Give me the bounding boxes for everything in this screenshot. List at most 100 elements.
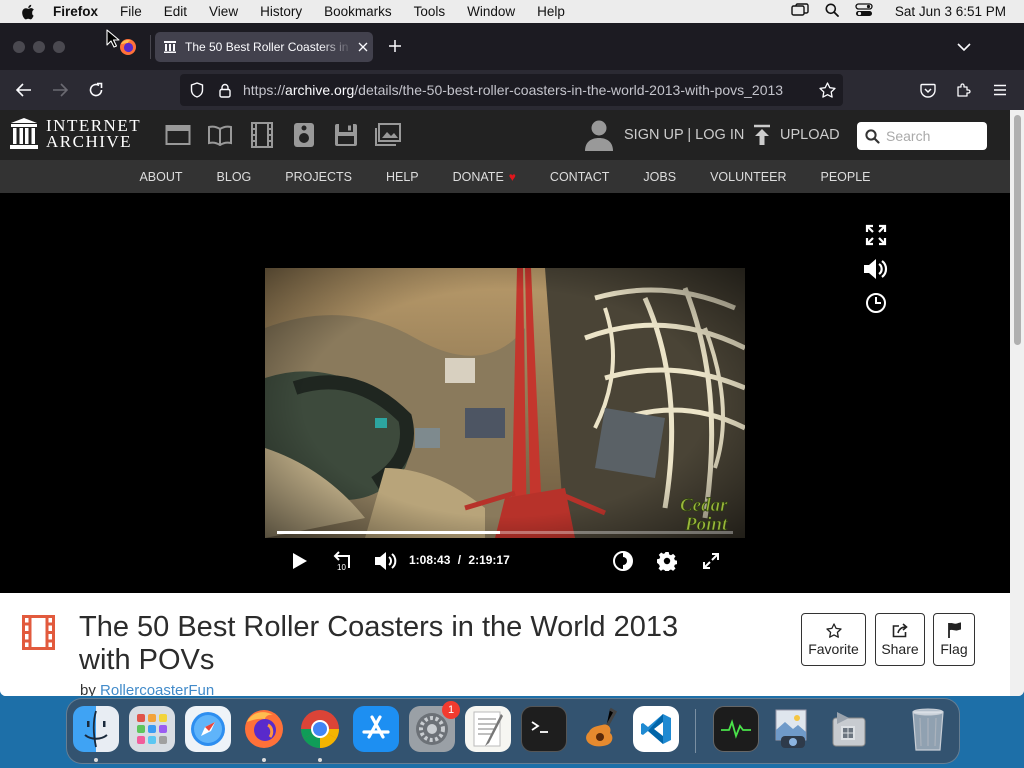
page-scrollbar[interactable] bbox=[1010, 110, 1024, 696]
tab-active[interactable]: The 50 Best Roller Coasters in the World… bbox=[155, 32, 373, 62]
chrome-icon[interactable] bbox=[297, 706, 343, 752]
upload-link[interactable]: UPLOAD bbox=[752, 124, 840, 146]
nav-volunteer[interactable]: VOLUNTEER bbox=[693, 170, 803, 184]
player-controls: 10 1:08:43 / 2:19:17 bbox=[287, 548, 727, 574]
tab-bar: The 50 Best Roller Coasters in the World… bbox=[0, 23, 1024, 70]
video-frame[interactable]: Cedar Point bbox=[265, 268, 745, 538]
signup-login-link[interactable]: SIGN UP | LOG IN bbox=[624, 127, 744, 143]
close-window-button[interactable] bbox=[13, 41, 25, 53]
user-menu[interactable]: SIGN UP | LOG IN bbox=[584, 119, 744, 151]
minimize-window-button[interactable] bbox=[33, 41, 45, 53]
author-link[interactable]: RollercoasterFun bbox=[100, 682, 214, 696]
images-icon[interactable] bbox=[375, 122, 401, 148]
safari-icon[interactable] bbox=[185, 706, 231, 752]
item-details-header: The 50 Best Roller Coasters in the World… bbox=[0, 593, 1010, 696]
by-label: by bbox=[80, 682, 96, 696]
theater-mode-icon[interactable] bbox=[610, 548, 636, 574]
lock-icon[interactable] bbox=[215, 83, 235, 98]
extensions-button[interactable] bbox=[952, 78, 976, 102]
trash-icon[interactable] bbox=[905, 706, 951, 752]
menu-window[interactable]: Window bbox=[467, 4, 515, 19]
launchpad-icon[interactable] bbox=[129, 706, 175, 752]
flag-icon bbox=[947, 622, 961, 638]
watermark-line-1: Cedar bbox=[680, 495, 728, 516]
texts-icon[interactable] bbox=[207, 122, 233, 148]
nav-projects[interactable]: PROJECTS bbox=[268, 170, 369, 184]
user-avatar-icon bbox=[585, 120, 613, 151]
vscode-icon[interactable] bbox=[633, 706, 679, 752]
new-tab-button[interactable] bbox=[386, 37, 404, 60]
nav-about[interactable]: ABOUT bbox=[122, 170, 199, 184]
terminal-icon[interactable] bbox=[521, 706, 567, 752]
video-icon[interactable] bbox=[249, 122, 275, 148]
search-input[interactable] bbox=[886, 128, 982, 144]
video-player: Cedar Point 10 1:08:43 / 2:19:17 bbox=[0, 193, 1010, 593]
firefox-icon[interactable] bbox=[241, 706, 287, 752]
list-all-tabs-button[interactable] bbox=[956, 39, 972, 57]
audio-icon[interactable] bbox=[291, 122, 317, 148]
garageband-icon[interactable] bbox=[577, 706, 623, 752]
nav-jobs[interactable]: JOBS bbox=[626, 170, 693, 184]
apple-menu-icon[interactable] bbox=[18, 4, 38, 20]
share-button[interactable]: Share bbox=[875, 613, 925, 666]
reload-button[interactable] bbox=[84, 78, 108, 102]
nav-blog[interactable]: BLOG bbox=[200, 170, 269, 184]
menu-edit[interactable]: Edit bbox=[164, 4, 187, 19]
svg-text:10: 10 bbox=[337, 563, 346, 572]
menu-file[interactable]: File bbox=[120, 4, 142, 19]
close-tab-icon[interactable] bbox=[355, 42, 371, 52]
clock-icon[interactable] bbox=[862, 291, 890, 315]
back-button[interactable] bbox=[12, 78, 36, 102]
share-label: Share bbox=[881, 640, 919, 657]
app-store-icon[interactable] bbox=[353, 706, 399, 752]
scrollbar-thumb[interactable] bbox=[1014, 115, 1021, 345]
play-icon[interactable] bbox=[289, 548, 311, 574]
url-bar[interactable]: https://archive.org/details/the-50-best-… bbox=[180, 74, 843, 106]
preview-icon[interactable] bbox=[769, 706, 815, 752]
nav-contact[interactable]: CONTACT bbox=[533, 170, 627, 184]
heart-icon: ♥ bbox=[508, 169, 516, 184]
url-text[interactable]: https://archive.org/details/the-50-best-… bbox=[243, 82, 811, 98]
screen-mirror-icon[interactable] bbox=[791, 3, 809, 20]
menu-view[interactable]: View bbox=[209, 4, 238, 19]
system-preferences-icon[interactable]: 1 bbox=[409, 701, 460, 752]
forward-button[interactable] bbox=[48, 78, 72, 102]
nav-people[interactable]: PEOPLE bbox=[803, 170, 887, 184]
expand-icon[interactable] bbox=[862, 223, 890, 247]
nav-donate[interactable]: DONATE ♥ bbox=[436, 170, 533, 184]
tab-title: The 50 Best Roller Coasters in the World… bbox=[185, 40, 353, 54]
progress-bar[interactable] bbox=[277, 531, 733, 534]
time-separator: / bbox=[457, 553, 462, 567]
internet-archive-logo[interactable]: INTERNET ARCHIVE bbox=[10, 117, 141, 150]
archive-search-box[interactable] bbox=[857, 122, 987, 150]
finder-icon[interactable] bbox=[73, 706, 119, 752]
menu-app-name[interactable]: Firefox bbox=[53, 4, 98, 19]
fullscreen-icon[interactable] bbox=[698, 548, 724, 574]
menu-help[interactable]: Help bbox=[537, 4, 565, 19]
boot-camp-icon[interactable] bbox=[825, 706, 871, 752]
archive-sub-nav: ABOUT BLOG PROJECTS HELP DONATE ♥ CONTACT… bbox=[0, 160, 1010, 193]
pocket-button[interactable] bbox=[916, 78, 940, 102]
menu-tools[interactable]: Tools bbox=[414, 4, 446, 19]
zoom-window-button[interactable] bbox=[53, 41, 65, 53]
favorite-button[interactable]: Favorite bbox=[801, 613, 866, 666]
web-icon[interactable] bbox=[165, 122, 191, 148]
pocket-icon bbox=[920, 83, 936, 98]
textedit-icon[interactable] bbox=[465, 706, 511, 752]
bookmark-star-icon[interactable] bbox=[817, 82, 837, 98]
menu-history[interactable]: History bbox=[260, 4, 302, 19]
mute-icon[interactable] bbox=[373, 548, 399, 574]
flag-button[interactable]: Flag bbox=[933, 613, 975, 666]
software-icon[interactable] bbox=[333, 122, 359, 148]
nav-help[interactable]: HELP bbox=[369, 170, 436, 184]
volume-icon[interactable] bbox=[862, 257, 890, 281]
tracking-protection-shield-icon[interactable] bbox=[187, 82, 207, 98]
spotlight-search-icon[interactable] bbox=[825, 3, 839, 20]
settings-gear-icon[interactable] bbox=[654, 548, 680, 574]
menubar-clock[interactable]: Sat Jun 3 6:51 PM bbox=[895, 4, 1006, 19]
menu-bookmarks[interactable]: Bookmarks bbox=[324, 4, 392, 19]
app-menu-button[interactable] bbox=[988, 78, 1012, 102]
rewind-10-icon[interactable]: 10 bbox=[331, 548, 355, 574]
control-center-icon[interactable] bbox=[855, 3, 873, 20]
activity-monitor-icon[interactable] bbox=[713, 706, 759, 752]
